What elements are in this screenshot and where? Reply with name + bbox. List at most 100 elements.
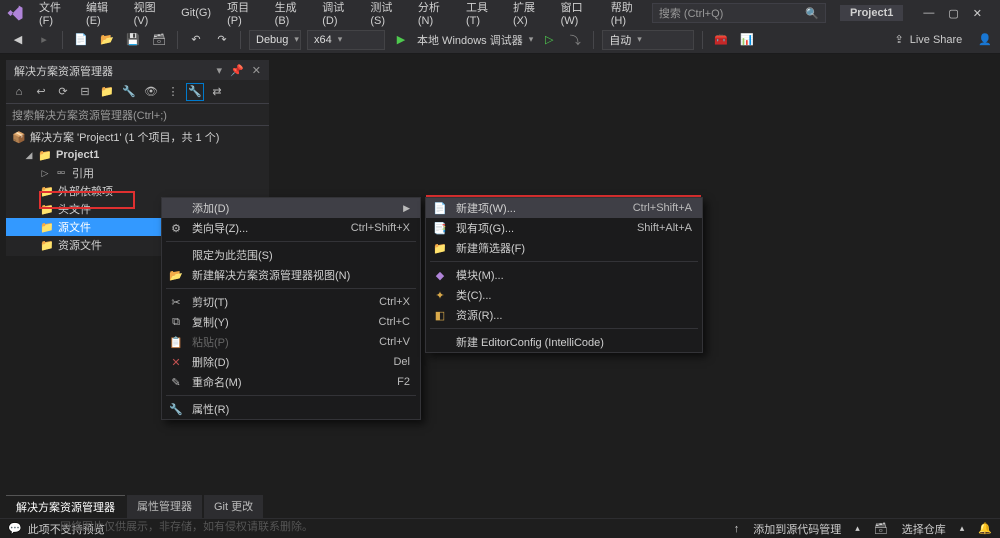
- diag-icon[interactable]: 📊: [737, 30, 757, 50]
- tab-property-manager[interactable]: 属性管理器: [127, 495, 202, 518]
- switch-icon[interactable]: ⇄: [208, 83, 226, 101]
- repo-icon[interactable]: 🗃: [874, 522, 888, 535]
- context-submenu-add: 📄新建项(W)...Ctrl+Shift+A 📑现有项(G)...Shift+A…: [425, 197, 703, 353]
- pin-icon[interactable]: 📌: [230, 64, 244, 77]
- window-controls: — ▢ ✕: [923, 7, 982, 20]
- menu-project[interactable]: 项目(P): [220, 0, 266, 31]
- live-share[interactable]: ⇪ Live Share 👤: [894, 33, 992, 46]
- panel-title: 解决方案资源管理器: [14, 63, 113, 79]
- search-box[interactable]: 搜索 (Ctrl+Q) 🔍: [652, 3, 826, 23]
- menu-edit[interactable]: 编辑(E): [79, 0, 125, 31]
- admin-icon: 👤: [978, 33, 992, 46]
- ctx-resource[interactable]: ◧资源(R)...: [426, 305, 702, 325]
- open-icon[interactable]: 📂: [97, 30, 117, 50]
- wizard-icon: ⚙: [168, 222, 184, 235]
- preview-icon[interactable]: 👁: [142, 83, 160, 101]
- home-icon[interactable]: ⌂: [10, 83, 28, 101]
- folder-icon: 📁: [40, 220, 54, 234]
- ctx-new-view[interactable]: 📂新建解决方案资源管理器视图(N): [162, 265, 420, 285]
- ctx-cut[interactable]: ✂剪切(T)Ctrl+X: [162, 292, 420, 312]
- paste-icon: 📋: [168, 336, 184, 349]
- source-control-up-icon[interactable]: ↑: [734, 523, 740, 535]
- new-file-icon[interactable]: 📄: [71, 30, 91, 50]
- project-title: Project1: [840, 5, 903, 21]
- platform-dropdown[interactable]: x64▾: [307, 30, 385, 50]
- auto-dropdown[interactable]: 自动▾: [602, 30, 694, 50]
- nav-fwd-icon[interactable]: ▸: [34, 30, 54, 50]
- menu-git[interactable]: Git(G): [174, 3, 218, 23]
- panel-close-icon[interactable]: ✕: [252, 64, 261, 77]
- maximize-icon[interactable]: ▢: [948, 7, 958, 20]
- refs-icon: ▫▫: [54, 166, 68, 180]
- solution-icon: 📦: [12, 130, 26, 144]
- ctx-class[interactable]: ✦类(C)...: [426, 285, 702, 305]
- menu-test[interactable]: 测试(S): [363, 0, 409, 31]
- menu-tools[interactable]: 工具(T): [459, 0, 504, 31]
- add-to-source-control[interactable]: 添加到源代码管理: [753, 521, 841, 537]
- start-debug-icon[interactable]: ▶: [391, 30, 411, 50]
- dropdown-icon[interactable]: ▾: [217, 64, 223, 77]
- bell-icon[interactable]: 🔔: [978, 522, 992, 535]
- menu-file[interactable]: 文件(F): [32, 0, 77, 31]
- ctx-module[interactable]: ◆模块(M)...: [426, 265, 702, 285]
- nav-back-icon[interactable]: ◀: [8, 30, 28, 50]
- ctx-existing-item[interactable]: 📑现有项(G)...Shift+Alt+A: [426, 218, 702, 238]
- ctx-new-filter[interactable]: 📁新建筛选器(F): [426, 238, 702, 258]
- ctx-class-wizard[interactable]: ⚙类向导(Z)...Ctrl+Shift+X: [162, 218, 420, 238]
- vs-logo-icon: [6, 3, 24, 23]
- bottom-tabs: 解决方案资源管理器 属性管理器 Git 更改: [6, 495, 263, 518]
- minimize-icon[interactable]: —: [923, 7, 934, 20]
- menu-debug[interactable]: 调试(D): [315, 0, 361, 31]
- cut-icon: ✂: [168, 296, 184, 309]
- status-icon: 💬: [8, 522, 22, 535]
- close-icon[interactable]: ✕: [973, 7, 982, 20]
- ctx-scope[interactable]: 限定为此范围(S): [162, 245, 420, 265]
- toolbox-icon[interactable]: 🧰: [711, 30, 731, 50]
- config-dropdown[interactable]: Debug▾: [249, 30, 301, 50]
- step-icon[interactable]: ⤵: [565, 30, 585, 50]
- undo-icon[interactable]: ↶: [186, 30, 206, 50]
- properties-icon: 🔧: [168, 403, 184, 416]
- start-nodebug-icon[interactable]: ▷: [539, 30, 559, 50]
- delete-icon: ✕: [168, 356, 184, 369]
- ctx-copy[interactable]: ⧉复制(Y)Ctrl+C: [162, 312, 420, 332]
- references-node[interactable]: ▷▫▫引用: [6, 164, 269, 182]
- menu-build[interactable]: 生成(B): [268, 0, 314, 31]
- panel-search[interactable]: 搜索解决方案资源管理器(Ctrl+;): [6, 104, 269, 126]
- filter-icon: 📁: [432, 242, 448, 255]
- ctx-delete[interactable]: ✕删除(D)Del: [162, 352, 420, 372]
- select-repo[interactable]: 选择仓库: [902, 521, 946, 537]
- showall-icon[interactable]: 📁: [98, 83, 116, 101]
- menu-analyze[interactable]: 分析(N): [411, 0, 457, 31]
- ctx-add[interactable]: 添加(D)▶: [162, 198, 420, 218]
- context-menu: 添加(D)▶ ⚙类向导(Z)...Ctrl+Shift+X 限定为此范围(S) …: [161, 197, 421, 420]
- copy-icon: ⧉: [168, 316, 184, 329]
- solution-node[interactable]: 📦解决方案 'Project1' (1 个项目，共 1 个): [6, 128, 269, 146]
- newview-icon: 📂: [168, 269, 184, 282]
- collapse-icon[interactable]: ⊟: [76, 83, 94, 101]
- ctx-editorconfig[interactable]: 新建 EditorConfig (IntelliCode): [426, 332, 702, 352]
- menu-view[interactable]: 视图(V): [127, 0, 173, 31]
- redo-icon[interactable]: ↷: [212, 30, 232, 50]
- ctx-rename[interactable]: ✎重命名(M)F2: [162, 372, 420, 392]
- wrench-icon[interactable]: 🔧: [186, 83, 204, 101]
- save-icon[interactable]: 💾: [123, 30, 143, 50]
- tab-git-changes[interactable]: Git 更改: [204, 495, 263, 518]
- group-icon[interactable]: ⋮: [164, 83, 182, 101]
- menu-help[interactable]: 帮助(H): [604, 0, 650, 31]
- back-icon[interactable]: ↩: [32, 83, 50, 101]
- menu-extensions[interactable]: 扩展(X): [506, 0, 552, 31]
- search-icon: 🔍: [805, 7, 819, 20]
- sync-icon[interactable]: ⟳: [54, 83, 72, 101]
- ctx-new-item[interactable]: 📄新建项(W)...Ctrl+Shift+A: [426, 198, 702, 218]
- menu-window[interactable]: 窗口(W): [554, 0, 602, 31]
- panel-toolbar: ⌂ ↩ ⟳ ⊟ 📁 🔧 👁 ⋮ 🔧 ⇄: [6, 80, 269, 104]
- properties-icon[interactable]: 🔧: [120, 83, 138, 101]
- ctx-properties[interactable]: 🔧属性(R): [162, 399, 420, 419]
- newitem-icon: 📄: [432, 202, 448, 215]
- debugger-label[interactable]: 本地 Windows 调试器: [417, 32, 523, 48]
- tab-solution-explorer[interactable]: 解决方案资源管理器: [6, 495, 125, 518]
- rename-icon: ✎: [168, 376, 184, 389]
- project-node[interactable]: ◢📁Project1: [6, 146, 269, 164]
- save-all-icon[interactable]: 🗃: [149, 30, 169, 50]
